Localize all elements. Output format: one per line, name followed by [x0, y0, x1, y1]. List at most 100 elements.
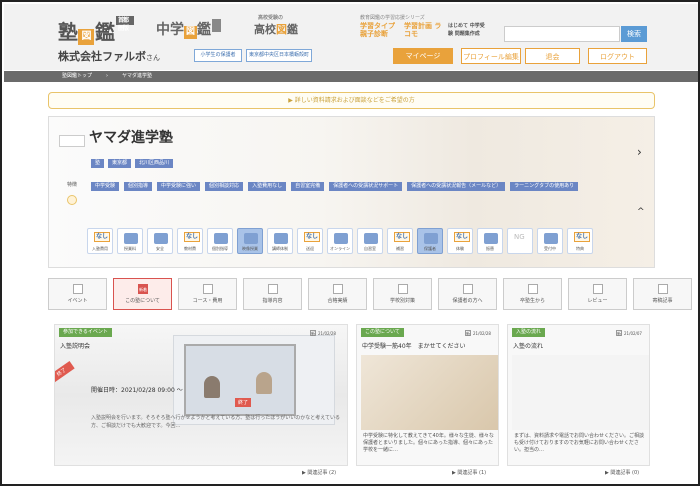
card-image-placeholder — [512, 355, 649, 430]
feature-tag: 入塾費用なし — [248, 182, 287, 191]
parent-icon — [424, 233, 438, 244]
facility-icon-label: 授業料 — [124, 246, 136, 251]
tab-parents[interactable]: 保護者の方へ — [438, 278, 497, 310]
card-date-text: 21/02/28 — [318, 331, 336, 336]
mypage-button[interactable]: マイページ — [393, 48, 453, 64]
card-body: まずは、資料請求や電話でお問い合わせください。ご相談も受け付けておりますのでお気… — [514, 433, 645, 453]
tab-label: 卒塾生から — [519, 298, 545, 304]
series-link-mondai[interactable]: はじめて 中学受験 問題集作成 — [448, 22, 486, 38]
nashi-icon: なし — [394, 232, 411, 242]
chevron-right-icon[interactable]: › — [637, 145, 642, 159]
address-link[interactable]: 東京都中央区日本橋蛎殻町 — [246, 49, 312, 62]
series-link-type[interactable]: 学習タイプ 親子診断 — [360, 22, 398, 38]
feature-tag: 保護者への受講状況報告（メールなど） — [407, 182, 506, 191]
about-card[interactable]: この塾について 新 21/02/28 中学受験一筋40年 まかせてください 中学受… — [356, 324, 499, 466]
tab-review[interactable]: レビュー — [568, 278, 627, 310]
card-body: 中学受験に特化して教えてきて40年。様々な生徒、様々な保護者とまいりました。個々… — [363, 433, 494, 453]
school-tags: 塾 東京都 北川区西品川 — [91, 159, 174, 168]
facility-icon[interactable]: なし 入塾費用 — [87, 228, 113, 254]
juku-zukan-logo[interactable]: 塾図鑑首都圏版 — [58, 16, 134, 45]
facility-icon[interactable]: 受付中 — [537, 228, 563, 254]
search-button[interactable]: 検索 — [621, 26, 647, 42]
facility-icon[interactable]: なし 送迎 — [297, 228, 323, 254]
new-badge-icon: 新着 — [138, 284, 148, 294]
tab-articles[interactable]: 寄稿記事 — [633, 278, 692, 310]
flow-card[interactable]: 入塾の流れ 新 21/02/07 入塾の流れ まずは、資料請求や電話でお問い合わせ… — [507, 324, 650, 466]
feature-tag: 自習室完備 — [291, 182, 325, 191]
withdraw-button[interactable]: 退会 — [525, 48, 580, 64]
facility-icon-label: 体験 — [456, 246, 464, 251]
card-title: 中学受験一筋40年 まかせてください — [362, 343, 466, 350]
school-tag: 塾 — [91, 159, 105, 168]
logo-char: 高校 — [254, 23, 276, 36]
card-category-label: この塾について — [361, 328, 404, 337]
tab-results[interactable]: 合格実績 — [308, 278, 367, 310]
chugaku-zukan-logo[interactable]: 中学図鑑 — [156, 19, 221, 39]
profile-edit-button[interactable]: プロフィール編集 — [461, 48, 521, 64]
facility-icon[interactable]: 授業料 — [117, 228, 143, 254]
nashi-icon: なし — [574, 232, 591, 242]
ended-badge: 終了 — [235, 398, 252, 407]
facility-icon[interactable]: 個別指導 — [207, 228, 233, 254]
related-articles-link[interactable]: ▶ 関連記事 (1) — [452, 469, 486, 476]
ended-ribbon: 終了 — [55, 360, 75, 384]
study-room-icon — [364, 233, 378, 244]
tab-event[interactable]: イベント — [48, 278, 107, 310]
logout-button[interactable]: ログアウト — [588, 48, 647, 64]
facility-icon[interactable]: なし 特典 — [567, 228, 593, 254]
company-suffix: さん — [146, 54, 160, 62]
reception-icon — [544, 233, 558, 244]
card-body: 入塾説明会を行います。そろそろ塾へ行かせようかと考えている方、塾は行ったほうがい… — [91, 415, 341, 429]
logo-char: 鑑 — [95, 20, 115, 44]
tab-course[interactable]: コース・費用 — [178, 278, 237, 310]
fee-icon — [124, 233, 138, 244]
page-frame: 塾図鑑首都圏版 中学図鑑 高校受験の 高校図鑑 教育図鑑の学習応援シリーズ 学習… — [0, 0, 700, 486]
facility-icon[interactable]: 講師体制 — [267, 228, 293, 254]
breadcrumb-home[interactable]: 塾図鑑トップ — [62, 73, 92, 79]
logo-char: 塾 — [58, 20, 78, 44]
tab-label: レビュー — [587, 298, 608, 304]
event-photo — [173, 335, 335, 425]
search-input[interactable] — [504, 26, 620, 42]
facility-icon[interactable]: 映像授業 — [237, 228, 263, 254]
document-icon — [463, 284, 473, 294]
facility-icon[interactable]: 安全 — [147, 228, 173, 254]
facility-icon-label: 振替 — [486, 246, 494, 251]
tab-graduates[interactable]: 卒塾生から — [503, 278, 562, 310]
facility-icon[interactable]: 自習室 — [357, 228, 383, 254]
facility-icon[interactable]: 振替 — [477, 228, 503, 254]
tab-school-prep[interactable]: 学校別対策 — [373, 278, 432, 310]
facility-icon[interactable]: 保護者 — [417, 228, 443, 254]
facility-icon[interactable]: オンライン — [327, 228, 353, 254]
parent-type-link[interactable]: 小学生の保護者 — [194, 49, 242, 62]
tab-teaching[interactable]: 指導内容 — [243, 278, 302, 310]
collapse-caret-icon[interactable]: ^ — [637, 207, 645, 217]
card-date-text: 21/02/28 — [473, 331, 491, 336]
logo-char: 鑑 — [197, 22, 211, 38]
series-link-rakomo[interactable]: 学習計画 ラコモ — [404, 22, 442, 38]
facility-icon[interactable]: なし 体験 — [447, 228, 473, 254]
facility-icon[interactable]: なし 教材費 — [177, 228, 203, 254]
tab-label: 学校別対策 — [389, 298, 415, 304]
section-tabs: イベント 新着 この塾について コース・費用 指導内容 合格実績 学校別対策 保護… — [48, 278, 692, 310]
facility-icon[interactable]: NG — [507, 228, 533, 254]
site-header: 塾図鑑首都圏版 中学図鑑 高校受験の 高校図鑑 教育図鑑の学習応援シリーズ 学習… — [4, 4, 698, 70]
event-datetime: 開催日時：2021/02/28 09:00 ～ — [91, 387, 183, 394]
tab-about[interactable]: 新着 この塾について — [113, 278, 172, 310]
breadcrumb: 塾図鑑トップ › ヤマダ進学塾 — [4, 71, 698, 82]
card-date-text: 21/02/07 — [624, 331, 642, 336]
koko-zukan-logo[interactable]: 高校受験の 高校図鑑 — [254, 15, 298, 37]
related-articles-link[interactable]: ▶ 関連記事 (2) — [302, 469, 336, 476]
facility-icon-label: 特典 — [576, 246, 584, 251]
facility-icon[interactable]: なし 補習 — [387, 228, 413, 254]
event-card[interactable]: 参加できるイベント 入塾説明会 新 21/02/28 終了 終了 開催日時：202… — [54, 324, 348, 466]
facility-icon-label: 講師体制 — [272, 246, 288, 251]
related-articles-link[interactable]: ▶ 関連記事 (0) — [605, 469, 639, 476]
feature-tag: 中学受験に強い — [157, 182, 201, 191]
facility-icon-label: 補習 — [396, 246, 404, 251]
logo-region-tag: 首都圏版 — [116, 16, 134, 32]
nashi-icon: なし — [304, 232, 321, 242]
document-icon — [593, 284, 603, 294]
person-figure — [256, 372, 272, 394]
inquiry-notice-button[interactable]: ▶ 詳しい資料請求および面談などをご希望の方 — [48, 92, 655, 109]
